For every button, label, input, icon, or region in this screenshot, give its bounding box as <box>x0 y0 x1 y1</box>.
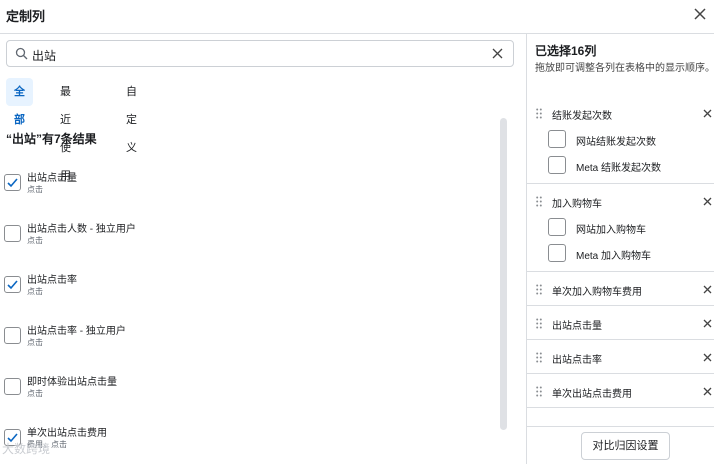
item-category: 点击 <box>27 185 43 194</box>
checkbox[interactable] <box>548 156 566 174</box>
item-name: 单次出站点击费用 <box>27 428 107 439</box>
selected-subitem[interactable]: 网站结账发起次数 <box>548 129 714 151</box>
check-icon <box>7 178 18 188</box>
item-category: 点击 <box>27 236 43 245</box>
selected-item-label: 结账发起次数 <box>552 111 612 122</box>
list-item[interactable]: 出站点击量 点击 <box>4 169 484 209</box>
selected-item-label: 加入购物车 <box>552 199 602 210</box>
item-category: 点击 <box>27 389 43 398</box>
dialog-title: 定制列 <box>6 9 46 24</box>
drag-handle-icon[interactable] <box>536 318 542 329</box>
scrollbar[interactable] <box>500 118 507 430</box>
panel-footer: 对比归因设置 <box>527 426 714 464</box>
selected-subitem[interactable]: 网站加入购物车 <box>548 217 714 239</box>
search-value[interactable]: 出站 <box>32 47 56 64</box>
checkbox[interactable] <box>4 276 21 293</box>
dialog-header: 定制列 <box>0 0 714 34</box>
drag-handle-icon[interactable] <box>536 352 542 363</box>
item-name: 出站点击人数 - 独立用户 <box>27 224 136 235</box>
remove-icon[interactable] <box>703 353 712 362</box>
selected-item[interactable]: 单次加入购物车费用 <box>527 272 714 306</box>
selected-columns-panel: 已选择16列 拖放即可调整各列在表格中的显示顺序。 结账发起次数 网站结账发起次… <box>526 34 714 464</box>
drag-handle-icon[interactable] <box>536 386 542 397</box>
search-input[interactable]: 出站 <box>6 40 514 67</box>
attribution-settings-button[interactable]: 对比归因设置 <box>581 432 670 460</box>
check-icon <box>7 280 18 290</box>
selected-subitem[interactable]: Meta 结账发起次数 <box>548 155 714 177</box>
remove-icon[interactable] <box>703 109 712 118</box>
column-picker-panel: 出站 全部 最近使用 自定义 “出站”有7条结果 出站点击量 点击 出站点击人数… <box>0 34 525 464</box>
tab-all[interactable]: 全部 <box>6 78 33 126</box>
selected-item[interactable]: 出站点击率 <box>527 340 714 374</box>
tab-custom[interactable]: 自定义 <box>118 78 145 154</box>
list-item[interactable]: 出站点击人数 - 独立用户 点击 <box>4 220 484 260</box>
selected-item[interactable]: 加入购物车 网站加入购物车 Meta 加入购物车 <box>527 184 714 272</box>
checkbox[interactable] <box>4 378 21 395</box>
search-icon <box>15 47 28 60</box>
selected-subitem[interactable]: Meta 加入购物车 <box>548 243 714 265</box>
selected-subitem-label: 网站加入购物车 <box>576 225 646 236</box>
item-category: 点击 <box>27 338 43 347</box>
item-name: 即时体验出站点击量 <box>27 377 117 388</box>
watermark: 大数跨境 <box>2 442 51 456</box>
item-name: 出站点击率 - 独立用户 <box>27 326 126 337</box>
selected-hint: 拖放即可调整各列在表格中的显示顺序。 <box>535 63 714 74</box>
selected-item-label: 单次加入购物车费用 <box>552 287 642 298</box>
selected-item-label: 单次出站点击费用 <box>552 389 632 400</box>
item-name: 出站点击量 <box>27 173 77 184</box>
checkbox[interactable] <box>4 327 21 344</box>
remove-icon[interactable] <box>703 197 712 206</box>
clear-icon[interactable] <box>491 47 504 60</box>
drag-handle-icon[interactable] <box>536 284 542 295</box>
checkbox[interactable] <box>4 225 21 242</box>
selected-subitem-label: Meta 加入购物车 <box>576 251 652 262</box>
checkbox[interactable] <box>548 244 566 262</box>
list-item[interactable]: 出站点击率 点击 <box>4 271 484 311</box>
list-item[interactable]: 即时体验出站点击量 点击 <box>4 373 484 413</box>
item-name: 出站点击率 <box>27 275 77 286</box>
selected-subitem-label: Meta 结账发起次数 <box>576 163 662 174</box>
checkbox[interactable] <box>548 218 566 236</box>
close-icon[interactable] <box>692 6 708 22</box>
selected-count: 已选择16列 <box>535 44 597 58</box>
selected-item[interactable]: 单次出站点击费用 <box>527 374 714 408</box>
remove-icon[interactable] <box>703 387 712 396</box>
selected-item-label: 出站点击量 <box>552 321 602 332</box>
remove-icon[interactable] <box>703 319 712 328</box>
results-title: “出站”有7条结果 <box>6 132 97 146</box>
selected-item[interactable]: 结账发起次数 网站结账发起次数 Meta 结账发起次数 <box>527 96 714 184</box>
remove-icon[interactable] <box>703 285 712 294</box>
tab-recent[interactable]: 最近使用 <box>52 78 79 182</box>
selected-item-label: 出站点击率 <box>552 355 602 366</box>
list-item[interactable]: 出站点击率 - 独立用户 点击 <box>4 322 484 362</box>
drag-handle-icon[interactable] <box>536 196 542 207</box>
selected-subitem-label: 网站结账发起次数 <box>576 137 656 148</box>
checkbox[interactable] <box>548 130 566 148</box>
checkbox[interactable] <box>4 174 21 191</box>
selected-item[interactable]: 出站点击量 <box>527 306 714 340</box>
item-category: 点击 <box>27 287 43 296</box>
list-item[interactable]: 单次出站点击费用 费用，点击 <box>4 424 484 464</box>
drag-handle-icon[interactable] <box>536 108 542 119</box>
